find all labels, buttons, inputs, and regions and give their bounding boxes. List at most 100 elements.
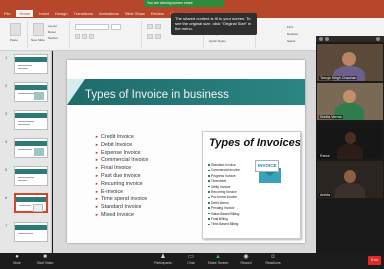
participant-tile[interactable]: Ankita bbox=[317, 161, 383, 198]
thumb-line bbox=[18, 65, 32, 66]
slide-thumbnail[interactable] bbox=[14, 138, 48, 158]
bullet-item: Time spend invoice bbox=[95, 196, 148, 204]
thumb-title-band bbox=[15, 85, 47, 90]
thumb-line bbox=[19, 205, 31, 206]
align-left-icon[interactable] bbox=[147, 34, 153, 39]
reactions-label: Reactions bbox=[265, 261, 281, 265]
reactions-icon: ☺ bbox=[270, 254, 277, 260]
clipboard-group: Paste bbox=[2, 21, 28, 48]
participant-head bbox=[343, 90, 356, 103]
font-size-field[interactable] bbox=[111, 24, 121, 30]
share-screen-icon: ▲ bbox=[215, 254, 221, 260]
participant-head bbox=[345, 132, 356, 144]
participant-tile[interactable]: Sunita Verma bbox=[317, 83, 383, 120]
thumb-number: 3 bbox=[5, 111, 8, 116]
mute-button[interactable]: ● Mute bbox=[4, 254, 30, 268]
zoom-toolbar: ● Mute ■ Start Video ♟ Participants ▭ Ch… bbox=[0, 253, 384, 269]
tab-design[interactable]: Design bbox=[55, 11, 67, 16]
record-button[interactable]: ◉ Record bbox=[233, 254, 259, 268]
paste-icon[interactable] bbox=[10, 23, 21, 36]
new-slide-label: New Slide bbox=[31, 38, 45, 42]
tab-file[interactable]: File bbox=[4, 11, 10, 16]
start-video-button[interactable]: ■ Start Video bbox=[32, 254, 58, 268]
reactions-button[interactable]: ☺ Reactions bbox=[260, 254, 286, 268]
screen-share-banner[interactable]: You are viewing screen share bbox=[144, 0, 224, 7]
bullet-item: Expense Invoice bbox=[95, 150, 148, 158]
participant-tile[interactable]: Tanuja Singh Chauhan bbox=[317, 44, 383, 81]
record-label: Record bbox=[240, 261, 252, 265]
participant-name: Tanuja Singh Chauhan bbox=[319, 76, 358, 80]
reset-label[interactable]: Reset bbox=[48, 30, 56, 34]
invoice-card-label: INVOICE bbox=[258, 163, 277, 168]
tab-review[interactable]: Review bbox=[151, 11, 164, 16]
quick-styles-label[interactable]: Quick Styles bbox=[209, 39, 226, 43]
bullet-list[interactable]: Credit Invoice Debit Invoice Expense Inv… bbox=[95, 134, 148, 220]
view-icon[interactable] bbox=[325, 37, 329, 41]
new-slide-icon[interactable] bbox=[33, 23, 44, 36]
select-label[interactable]: Select bbox=[287, 39, 295, 43]
thumb-title-band bbox=[15, 225, 47, 230]
participant-tile[interactable]: Rahul bbox=[317, 122, 383, 159]
slide-thumbnail[interactable] bbox=[14, 82, 48, 102]
align-center-icon[interactable] bbox=[155, 34, 161, 39]
bullet-item: Standard Invoice bbox=[95, 204, 148, 212]
thumb-number: 4 bbox=[5, 139, 8, 144]
share-screen-label: Share Screen bbox=[207, 261, 229, 265]
editing-group: Find Replace Select bbox=[258, 21, 314, 48]
thumb-number: 2 bbox=[5, 83, 8, 88]
participants-icon: ♟ bbox=[160, 254, 166, 260]
end-meeting-button[interactable]: End bbox=[368, 256, 381, 265]
slide-thumbnail[interactable] bbox=[14, 54, 48, 74]
slide-thumbnail-selected[interactable] bbox=[14, 193, 48, 213]
thumb-image bbox=[34, 92, 44, 100]
slide-thumbnail-panel[interactable]: 1 2 3 4 5 6 7 bbox=[0, 51, 52, 253]
screen: InvoiceTypes - PowerPoint File Home Inse… bbox=[0, 0, 384, 269]
invoice-types-image[interactable]: Types of Invoices Standard Invoice Comme… bbox=[202, 131, 301, 239]
tab-animations[interactable]: Animations bbox=[99, 11, 119, 16]
tab-transitions[interactable]: Transitions bbox=[74, 11, 93, 16]
thumb-line bbox=[18, 180, 27, 181]
replace-label[interactable]: Replace bbox=[287, 32, 298, 36]
bold-icon[interactable] bbox=[75, 34, 80, 39]
slide-canvas[interactable]: Types of Invoice in business Credit Invo… bbox=[67, 60, 305, 243]
thumb-image bbox=[33, 204, 43, 212]
slides-group: New Slide Layout Reset Section bbox=[30, 21, 70, 48]
numbering-icon[interactable] bbox=[155, 24, 161, 29]
video-camera-icon: ■ bbox=[43, 254, 47, 260]
layout-label[interactable]: Layout bbox=[48, 24, 57, 28]
slide-thumbnail[interactable] bbox=[14, 166, 48, 186]
tab-insert[interactable]: Insert bbox=[39, 11, 49, 16]
slide-title[interactable]: Types of Invoice in business bbox=[85, 89, 229, 101]
thumb-number: 5 bbox=[5, 167, 8, 172]
minimize-icon[interactable] bbox=[319, 37, 323, 41]
participant-name: Ankita bbox=[319, 193, 331, 197]
participants-label: Participants bbox=[154, 261, 172, 265]
video-panel-toolbar bbox=[316, 36, 384, 42]
participant-head bbox=[342, 52, 356, 66]
bullet-item: Final Invoice bbox=[95, 165, 148, 173]
bullet-item: Credit Invoice bbox=[95, 134, 148, 142]
bullets-icon[interactable] bbox=[147, 24, 153, 29]
underline-icon[interactable] bbox=[89, 34, 94, 39]
chat-button[interactable]: ▭ Chat bbox=[178, 254, 204, 268]
participant-head bbox=[344, 170, 356, 183]
more-icon[interactable] bbox=[376, 37, 380, 41]
slide-thumbnail[interactable] bbox=[14, 222, 48, 242]
find-label[interactable]: Find bbox=[287, 25, 293, 29]
section-label[interactable]: Section bbox=[48, 36, 58, 40]
tab-slide-show[interactable]: Slide Show bbox=[125, 11, 145, 16]
thumb-title-band bbox=[15, 141, 47, 146]
italic-icon[interactable] bbox=[82, 34, 87, 39]
image-list: Standard Invoice Commercial Invoice Prog… bbox=[208, 163, 240, 228]
slide-thumbnail[interactable] bbox=[14, 110, 48, 130]
screen-share-banner-text: You are viewing screen share bbox=[147, 1, 193, 5]
chat-label: Chat bbox=[187, 261, 195, 265]
thumb-image bbox=[34, 148, 44, 156]
font-name-field[interactable] bbox=[75, 24, 109, 30]
thumb-line bbox=[18, 68, 28, 69]
tab-home[interactable]: Home bbox=[16, 10, 34, 17]
participants-button[interactable]: ♟ Participants bbox=[150, 254, 176, 268]
participant-body bbox=[335, 183, 365, 198]
bullet-item: Past due invoice bbox=[95, 173, 148, 181]
share-screen-button[interactable]: ▲ Share Screen bbox=[205, 254, 231, 268]
